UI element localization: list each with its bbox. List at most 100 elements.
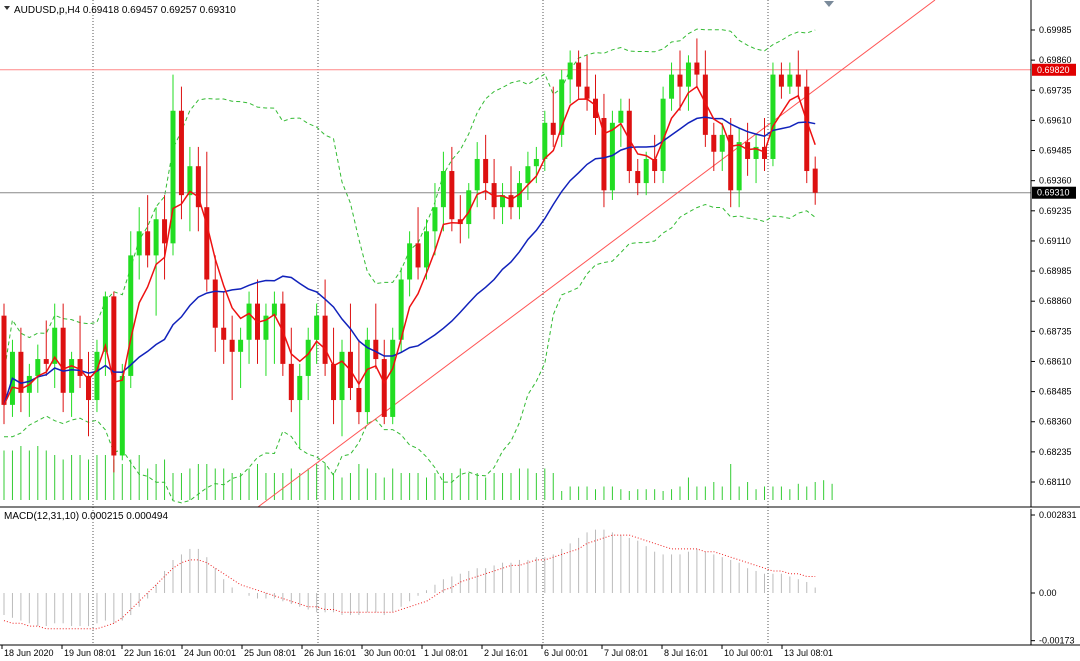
candle-body [474,158,480,191]
time-tick-label: 22 Jun 16:01 [124,648,176,658]
price-tick-label: 0.69985 [1039,25,1072,35]
chart: 0.69985 0.69860 0.69735 0.69610 0.69485 0.693… [0,0,1080,661]
candle-body [339,351,345,401]
price-tick-label: 0.69110 [1039,236,1071,246]
candle-body [483,158,489,184]
candle-body [305,339,311,376]
candle-body [364,339,370,413]
price-tick-label: 0.69360 [1039,176,1072,186]
candle-body [778,74,784,87]
candle-body [533,158,539,167]
candle-body [1,315,7,405]
time-tick-label: 30 Jun 00:01 [364,648,416,658]
candle-body [618,110,624,123]
candle-body [711,134,717,152]
time-tick-label: 8 Jul 16:01 [664,648,708,658]
candle-body [804,86,810,172]
candle-body [229,339,235,352]
candle-body [787,74,793,87]
candle-body [60,327,66,393]
symbol-title: AUDUSD,p,H4 0.69418 0.69457 0.69257 0.69… [14,5,236,16]
price-tick-label: 0.69610 [1039,115,1072,125]
candle-body [69,359,75,393]
time-tick-label: 26 Jun 16:01 [304,648,356,658]
time-tick-label: 1 Jul 08:01 [424,648,468,658]
candle-body [694,62,700,75]
price-tick-label: 0.68360 [1039,417,1072,427]
resistance-price-label: 0.69820 [1037,65,1070,75]
time-tick-label: 18 Jun 2020 [4,648,54,658]
candle-body [669,74,675,99]
candle-body [136,231,142,256]
macd-tick-label: 0.002831 [1039,510,1077,520]
time-tick-label: 7 Jul 08:01 [604,648,648,658]
candle-body [449,171,455,220]
candle-body [584,86,590,99]
candle-body [415,243,421,268]
candle-body [685,62,691,87]
candle-body [314,315,320,340]
candle-body [440,171,446,208]
candle-body [770,74,776,159]
macd-title: MACD(12,31,10) 0.000215 0.000494 [4,511,168,522]
candle-body [238,339,244,352]
candle-body [567,62,573,80]
candle-body [221,327,227,340]
price-tick-label: 0.68110 [1039,477,1071,487]
candle-body [119,375,125,456]
candle-body [432,207,438,232]
candle-body [424,231,429,268]
price-tick-label: 0.68610 [1039,356,1072,366]
price-tick-label: 0.69235 [1039,206,1072,216]
candle-body [550,122,556,135]
candle-body [288,363,294,401]
time-tick-label: 6 Jul 00:01 [544,648,588,658]
candle-body [812,168,818,193]
candle-body [373,339,379,360]
candle-body [542,122,548,159]
price-tick-label: 0.68235 [1039,447,1072,457]
candle-body [297,375,303,401]
price-tick-label: 0.69485 [1039,146,1072,156]
candle-body [145,231,151,256]
candle-body [94,351,100,401]
candle-body [170,110,176,244]
candle-body [212,279,218,328]
price-tick-label: 0.69860 [1039,55,1072,65]
time-tick-label: 10 Jul 00:01 [724,648,773,658]
candle-body [153,219,159,256]
candle-body [381,359,387,417]
macd-tick-label: 0.00 [1039,588,1057,598]
price-tick-label: 0.69735 [1039,85,1072,95]
time-tick-label: 24 Jun 00:01 [184,648,236,658]
candle-body [525,166,531,184]
candle-body [356,387,362,413]
candle-body [35,359,41,376]
price-tick-label: 0.68485 [1039,387,1072,397]
candle-body [162,219,168,244]
candle-body [795,74,801,87]
candle-body [128,255,134,376]
candle-body [18,351,24,393]
candle-body [745,142,751,159]
candle-body [576,62,582,87]
candle-body [677,74,683,87]
macd-tick-label: -0.00173 [1039,636,1075,646]
candle-body [593,98,598,118]
price-tick-label: 0.68860 [1039,296,1072,306]
candle-body [246,303,252,340]
price-tick-label: 0.68735 [1039,326,1072,336]
candle-body [736,142,742,191]
candle-body [331,363,337,401]
candle-body [43,359,49,364]
time-tick-label: 25 Jun 08:01 [244,648,296,658]
time-tick-label: 2 Jul 16:01 [484,648,528,658]
candle-body [626,110,632,172]
candle-body [178,110,184,196]
chart-background [0,0,1080,661]
candle-body [407,243,413,280]
candle-body [508,195,514,208]
candle-body [643,158,649,184]
current-price-label: 0.69310 [1037,188,1070,198]
candle-body [322,315,328,364]
